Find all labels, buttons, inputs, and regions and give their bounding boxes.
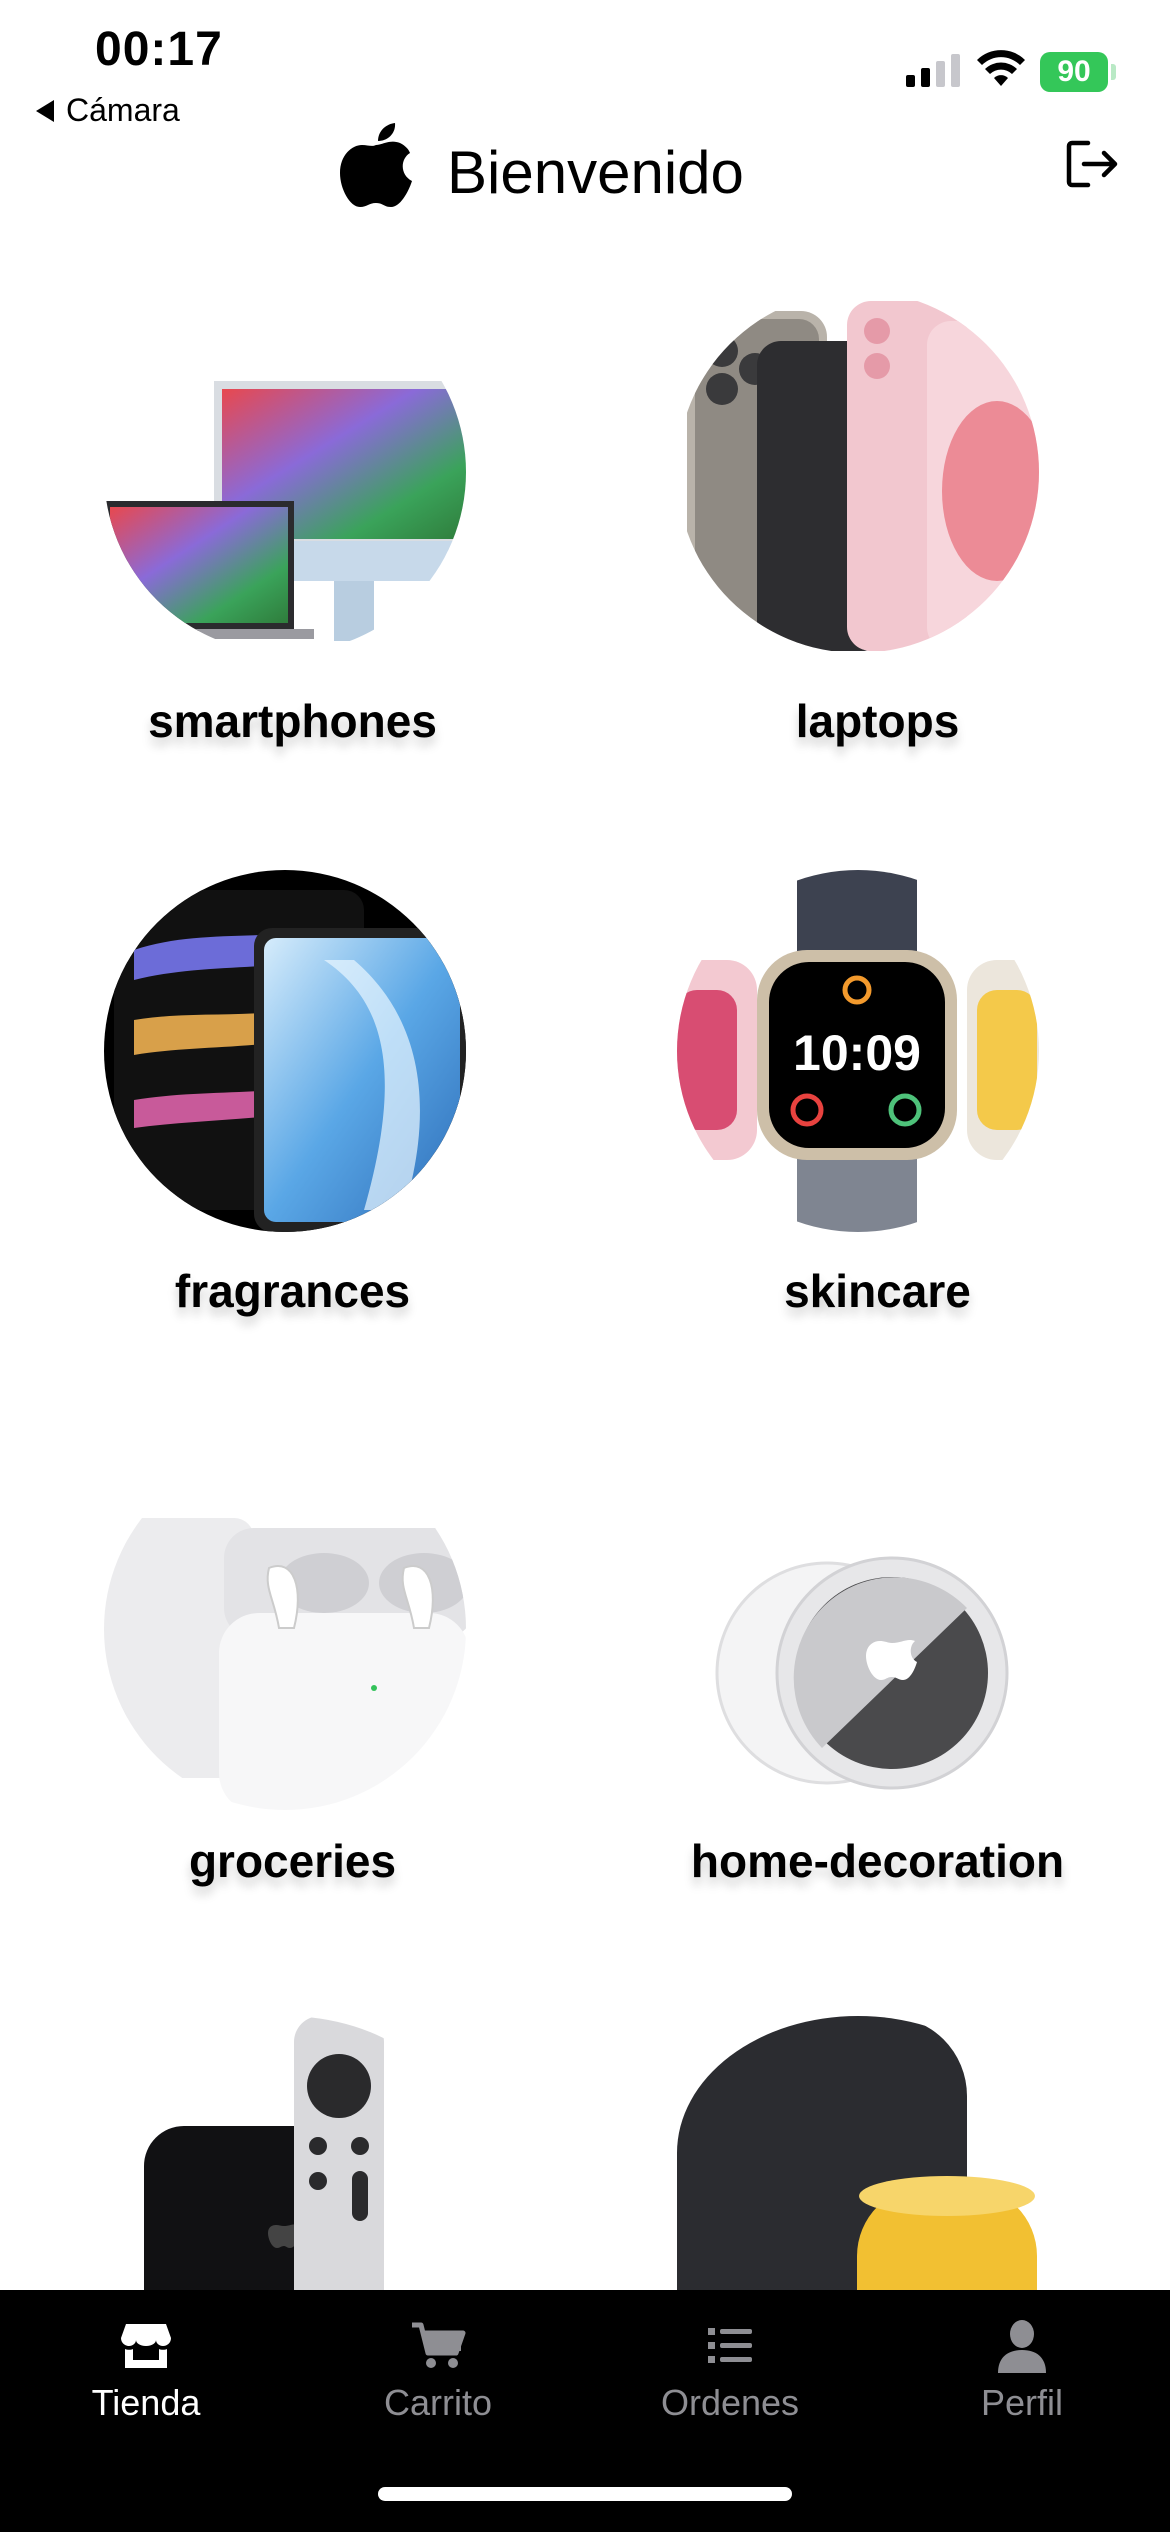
tab-carrito[interactable]: Carrito — [292, 2290, 584, 2460]
battery-cap — [1111, 64, 1116, 80]
app-header: Bienvenido — [0, 115, 1170, 235]
store-icon — [121, 2324, 171, 2368]
category-image-homepod — [677, 2016, 1039, 2290]
category-label: groceries — [188, 1835, 397, 1887]
tab-label: Carrito — [383, 2382, 493, 2423]
tab-ordenes[interactable]: Ordenes — [584, 2290, 876, 2460]
battery-level: 90 — [1057, 55, 1091, 88]
category-image-ipads — [104, 870, 466, 1232]
category-image-mac — [104, 291, 466, 653]
tab-label: Perfil — [980, 2382, 1064, 2423]
category-label: skincare — [784, 1265, 971, 1317]
category-label: home-decoration — [690, 1835, 1065, 1887]
category-image-iphones — [677, 291, 1039, 653]
category-label: laptops — [795, 695, 960, 747]
logout-icon[interactable] — [1066, 139, 1120, 189]
category-label: smartphones — [148, 695, 437, 747]
category-label: fragrances — [174, 1265, 411, 1317]
category-image-airpods — [104, 1448, 466, 1810]
apple-logo-icon — [340, 123, 412, 207]
status-time: 00:17 — [95, 23, 223, 76]
category-image-watches: 10:09 — [677, 870, 1039, 1232]
cellular-signal-icon — [906, 54, 960, 87]
cart-icon — [412, 2322, 466, 2368]
tab-tienda[interactable]: Tienda — [0, 2290, 292, 2460]
watch-face-time: 10:09 — [793, 1025, 921, 1081]
tab-label: Ordenes — [660, 2382, 800, 2423]
tab-perfil[interactable]: Perfil — [876, 2290, 1168, 2460]
category-image-airtag — [677, 1448, 1039, 1810]
page-title: Bienvenido — [447, 139, 744, 206]
home-indicator — [378, 2487, 792, 2501]
battery-icon: 90 — [1040, 52, 1108, 92]
tab-label: Tienda — [91, 2382, 201, 2423]
wifi-icon — [977, 50, 1025, 86]
list-icon — [708, 2328, 752, 2363]
person-icon — [998, 2320, 1046, 2373]
category-image-apple-tv — [104, 2016, 466, 2290]
